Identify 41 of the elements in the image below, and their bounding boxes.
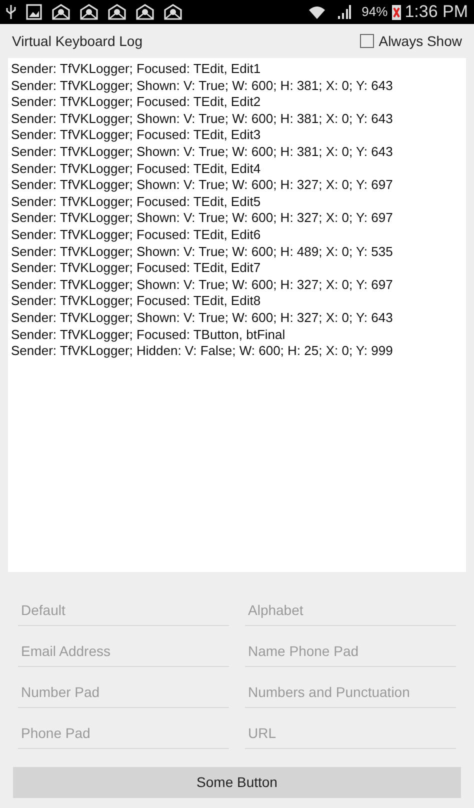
log-line: Sender: TfVKLogger; Focused: TEdit, Edit6 xyxy=(11,226,262,244)
text-field[interactable]: Default xyxy=(18,585,229,626)
log-line: Sender: TfVKLogger; Focused: TEdit, Edit1 xyxy=(11,61,262,78)
log-line: Sender: TfVKLogger; Shown: V: True; W: 600; H: 327; X: 0; Y: 643 xyxy=(11,310,394,326)
text-field[interactable]: Numbers and Punctuation xyxy=(245,667,456,708)
window-title: Virtual Keyboard Log xyxy=(12,32,142,51)
log-line: Sender: TfVKLogger; Shown: V: True; W: 600; H: 381; X: 0; Y: 643 xyxy=(11,78,394,94)
text-field[interactable]: Number Pad xyxy=(18,667,229,708)
text-field[interactable]: URL xyxy=(245,708,456,749)
text-field[interactable]: Email Address xyxy=(18,626,229,667)
battery-icon xyxy=(392,4,401,20)
text-field[interactable]: Name Phone Pad xyxy=(245,626,456,667)
log-line: Sender: TfVKLogger; Shown: V: True; W: 600; H: 381; X: 0; Y: 643 xyxy=(11,144,394,161)
log-line: Sender: TfVKLogger; Shown: V: True; W: 600; H: 327; X: 0; Y: 697 xyxy=(11,177,394,194)
mail-icon xyxy=(164,4,182,20)
some-button[interactable]: Some Button xyxy=(13,767,461,798)
mail-icon xyxy=(136,4,154,20)
wifi-icon xyxy=(308,5,326,19)
log-line: Sender: TfVKLogger; Focused: TEdit, Edit7 xyxy=(11,260,262,277)
log-line: Sender: TfVKLogger; Shown: V: True; W: 600; H: 489; X: 0; Y: 535 xyxy=(11,244,394,260)
log-line: Sender: TfVKLogger; Focused: TEdit, Edit3 xyxy=(11,127,262,144)
log-line: Sender: TfVKLogger; Hidden: V: False; W: 600; H: 25; X: 0; Y: 999 xyxy=(11,343,394,360)
log-line: Sender: TfVKLogger; Shown: V: True; W: 600; H: 381; X: 0; Y: 643 xyxy=(11,110,394,128)
log-line: Sender: TfVKLogger; Focused: TEdit, Edit5 xyxy=(11,194,262,210)
log-line: Sender: TfVKLogger; Focused: TEdit, Edit4 xyxy=(11,160,262,178)
mail-icon xyxy=(80,4,98,20)
always-show-checkbox[interactable]: Always Show xyxy=(360,30,462,52)
mail-icon xyxy=(52,4,70,20)
log-line: Sender: TfVKLogger; Focused: TEdit, Edit2 xyxy=(11,94,262,111)
log-line: Sender: TfVKLogger; Shown: V: True; W: 600; H: 327; X: 0; Y: 697 xyxy=(11,276,394,294)
log-line: Sender: TfVKLogger; Focused: TButton, btFinal xyxy=(11,326,286,344)
clock: 1:36 PM xyxy=(404,1,468,24)
mail-icon xyxy=(108,4,126,20)
signal-icon xyxy=(336,5,352,19)
battery-percent: 94% xyxy=(362,3,388,22)
image-icon xyxy=(26,4,42,20)
usb-icon xyxy=(6,4,16,20)
log-line: Sender: TfVKLogger; Shown: V: True; W: 600; H: 327; X: 0; Y: 697 xyxy=(11,210,394,227)
log-line: Sender: TfVKLogger; Focused: TEdit, Edit8 xyxy=(11,293,262,310)
text-field[interactable]: Alphabet xyxy=(245,585,456,626)
text-field[interactable]: Phone Pad xyxy=(18,708,229,749)
